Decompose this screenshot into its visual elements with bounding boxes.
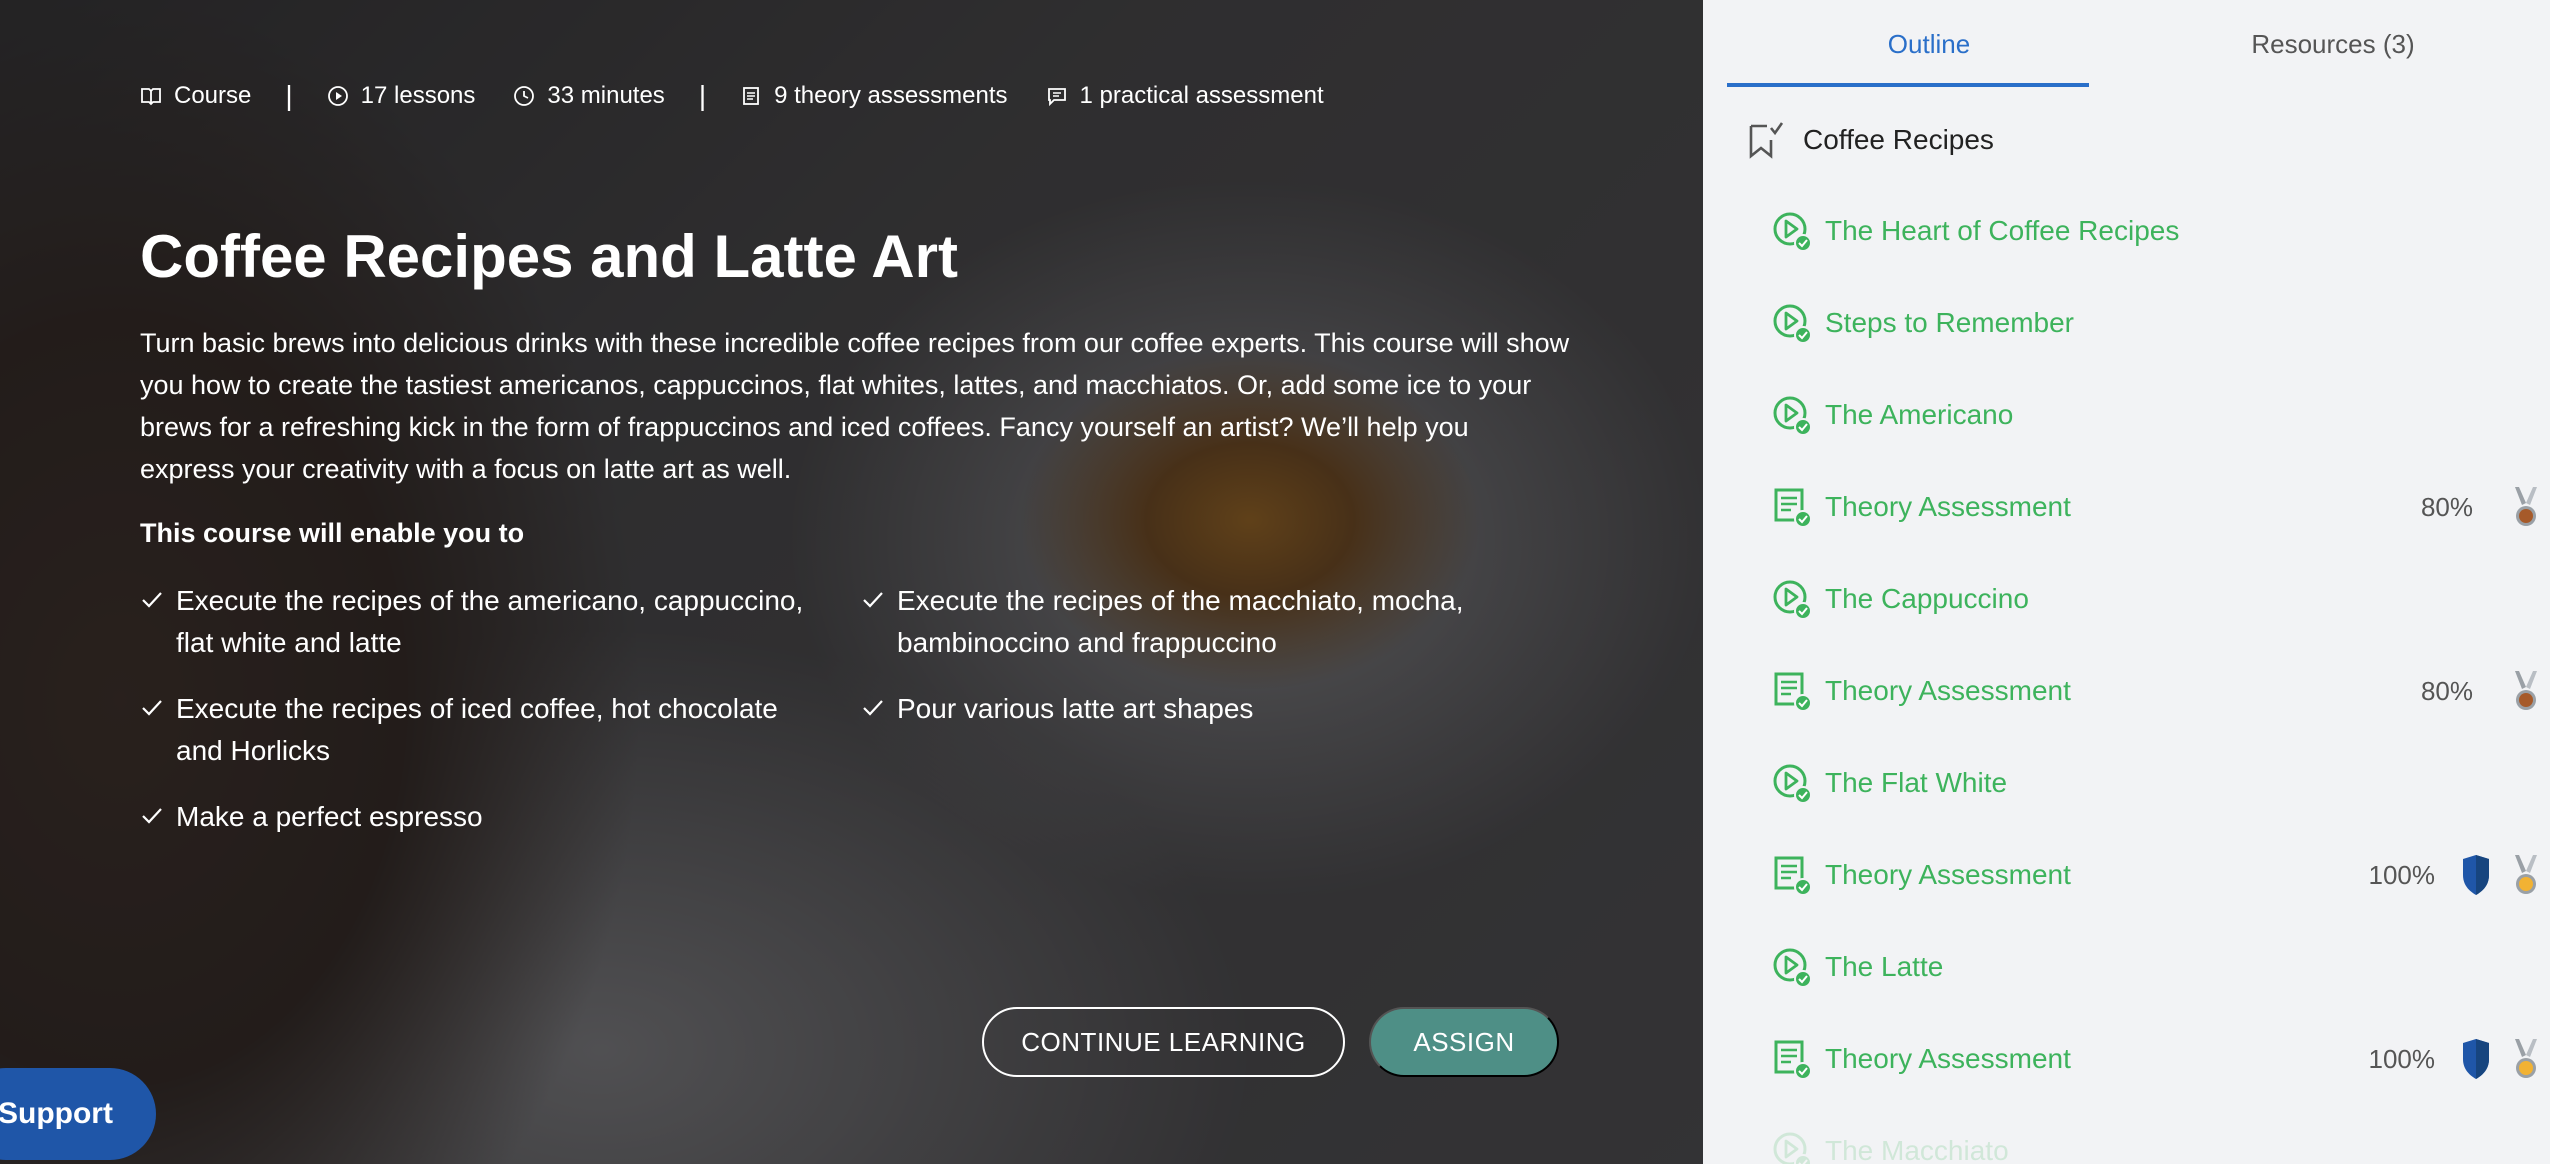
item-title: Theory Assessment (1825, 491, 2071, 522)
meta-duration: 33 minutes (513, 82, 665, 110)
objective-item: Execute the recipes of iced coffee, hot … (140, 688, 820, 772)
shield-badge-icon (2461, 1037, 2491, 1081)
meta-duration-label: 33 minutes (547, 82, 665, 109)
item-title: The Cappuccino (1825, 583, 2029, 614)
item-title: The Flat White (1825, 767, 2008, 798)
lesson-item[interactable]: The Heart of Coffee Recipes (1771, 207, 2541, 255)
gold-medal-icon (2511, 1037, 2541, 1081)
assessment-item[interactable]: Theory Assessment 80% (1771, 483, 2541, 531)
item-title: The Heart of Coffee Recipes (1825, 215, 2180, 246)
clock-icon (513, 85, 535, 107)
continue-learning-button[interactable]: CONTINUE LEARNING (982, 1007, 1345, 1077)
course-outline-sidebar: Outline Resources (3) Coffee Recipes The… (1703, 0, 2550, 1164)
assessment-complete-icon (1771, 670, 1813, 712)
lesson-item[interactable]: The Latte (1771, 943, 2541, 991)
bronze-medal-icon (2511, 669, 2541, 713)
lesson-item[interactable]: The Americano (1771, 391, 2541, 439)
meta-practical-label: 1 practical assessment (1079, 82, 1324, 109)
video-complete-icon (1771, 302, 1813, 344)
support-button[interactable]: Support (0, 1068, 156, 1160)
sidebar-tabs: Outline Resources (3) (1727, 0, 2535, 88)
assessment-score: 80% (2420, 675, 2473, 706)
course-hero: Course | 17 lessons 33 minutes | 9 theor… (0, 0, 1703, 1164)
gold-medal-icon (2511, 853, 2541, 897)
check-icon (863, 592, 883, 608)
objective-item: Make a perfect espresso (140, 796, 820, 838)
assessment-score: 100% (2368, 859, 2436, 890)
module-title: Coffee Recipes (1803, 124, 1994, 155)
check-icon (142, 592, 162, 608)
meta-lessons: 17 lessons (327, 82, 476, 110)
assessment-complete-icon (1771, 854, 1813, 896)
meta-theory-label: 9 theory assessments (774, 82, 1008, 109)
meta-lessons-label: 17 lessons (360, 82, 476, 109)
video-complete-icon (1771, 1130, 1813, 1164)
meta-practical: 1 practical assessment (1046, 82, 1324, 110)
assessment-item[interactable]: Theory Assessment 100% (1771, 1035, 2541, 1083)
module-header[interactable]: Coffee Recipes (1747, 118, 1994, 162)
video-complete-icon (1771, 394, 1813, 436)
assessment-item[interactable]: Theory Assessment 80% (1771, 667, 2541, 715)
lesson-item[interactable]: The Macchiato (1771, 1127, 2541, 1164)
course-meta-row: Course | 17 lessons 33 minutes | 9 theor… (140, 80, 1324, 112)
assessment-score: 100% (2368, 1043, 2436, 1074)
meta-course-label: Course (174, 82, 252, 109)
assign-button[interactable]: ASSIGN (1369, 1007, 1559, 1077)
lesson-item[interactable]: The Cappuccino (1771, 575, 2541, 623)
video-complete-icon (1771, 210, 1813, 252)
tab-outline[interactable]: Outline (1727, 0, 2131, 88)
video-complete-icon (1771, 946, 1813, 988)
meta-separator: | (698, 80, 707, 111)
video-complete-icon (1771, 762, 1813, 804)
objectives-heading: This course will enable you to (140, 518, 525, 548)
play-circle-icon (327, 85, 349, 107)
check-icon (142, 700, 162, 716)
bronze-medal-icon (2511, 485, 2541, 529)
bookmark-check-icon (1749, 122, 1784, 159)
shield-badge-icon (2461, 853, 2491, 897)
item-title: Theory Assessment (1825, 1043, 2071, 1074)
check-icon (142, 808, 162, 824)
active-tab-indicator (1727, 83, 2089, 87)
item-title: The Americano (1825, 399, 2014, 430)
assessment-item[interactable]: Theory Assessment 100% (1771, 851, 2541, 899)
item-title: The Latte (1825, 951, 1944, 982)
item-title: Steps to Remember (1825, 307, 2074, 338)
check-icon (863, 700, 883, 716)
book-icon (140, 85, 162, 107)
course-description: Turn basic brews into delicious drinks w… (140, 328, 1570, 484)
objective-item: Execute the recipes of the americano, ca… (140, 580, 820, 664)
course-title: Coffee Recipes and Latte Art (140, 223, 958, 290)
objective-item: Execute the recipes of the macchiato, mo… (861, 580, 1541, 664)
item-title: Theory Assessment (1825, 675, 2071, 706)
assessment-score: 80% (2420, 491, 2473, 522)
assessment-complete-icon (1771, 1038, 1813, 1080)
meta-theory: 9 theory assessments (740, 82, 1008, 110)
item-title: The Macchiato (1825, 1135, 2009, 1164)
item-title: Theory Assessment (1825, 859, 2071, 890)
lesson-item[interactable]: The Flat White (1771, 759, 2541, 807)
meta-course: Course (140, 82, 251, 110)
meta-separator: | (285, 80, 293, 111)
tab-resources[interactable]: Resources (3) (2131, 0, 2535, 88)
assessment-complete-icon (1771, 486, 1813, 528)
video-complete-icon (1771, 578, 1813, 620)
document-icon (740, 85, 762, 107)
chat-icon (1046, 85, 1068, 107)
lesson-item[interactable]: Steps to Remember (1771, 299, 2541, 347)
objective-item: Pour various latte art shapes (861, 688, 1541, 730)
